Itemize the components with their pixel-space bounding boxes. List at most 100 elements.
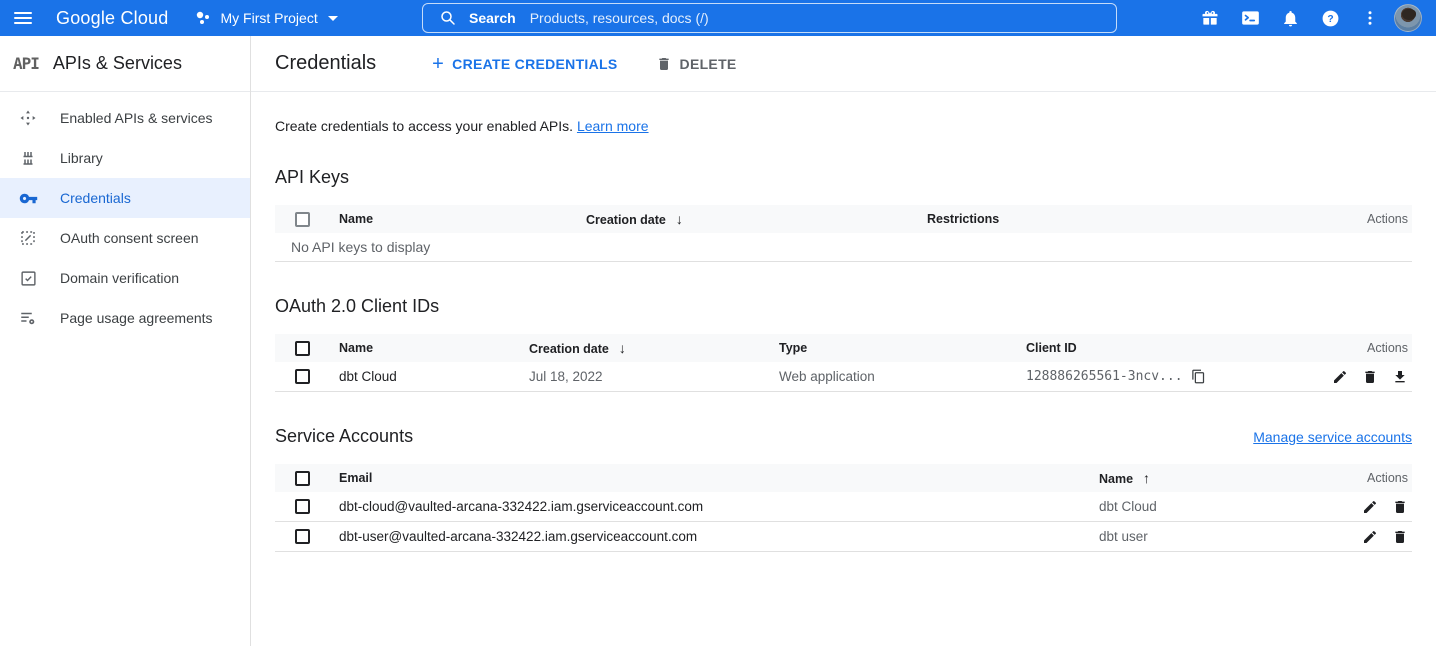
edit-pencil-icon[interactable] [1332, 369, 1348, 385]
edit-pencil-icon[interactable] [1362, 499, 1378, 515]
avatar[interactable] [1394, 4, 1422, 32]
page-header: Credentials + CREATE CREDENTIALS DELETE [251, 36, 1436, 92]
learn-more-link[interactable]: Learn more [577, 118, 649, 134]
delete-trash-icon[interactable] [1392, 499, 1408, 515]
row-actions [1302, 369, 1412, 385]
sidebar-item-label: Library [60, 150, 103, 166]
column-header-creation-date[interactable]: Creation date↓ [519, 340, 769, 356]
domain-verification-icon [18, 268, 38, 288]
sidebar-item-label: Domain verification [60, 270, 179, 286]
project-name: My First Project [220, 10, 317, 26]
client-type: Web application [769, 369, 1016, 384]
service-account-email: dbt-cloud@vaulted-arcana-332422.iam.gser… [329, 499, 1089, 514]
delete-trash-icon[interactable] [1362, 369, 1378, 385]
table-row: dbt-cloud@vaulted-arcana-332422.iam.gser… [275, 492, 1412, 522]
svg-text:?: ? [1327, 14, 1333, 25]
manage-service-accounts-link[interactable]: Manage service accounts [1253, 429, 1412, 445]
search-label: Search [469, 10, 516, 26]
column-header-name[interactable]: Name↑ [1089, 470, 1332, 486]
create-credentials-button[interactable]: + CREATE CREDENTIALS [432, 54, 617, 74]
menu-icon[interactable] [0, 0, 46, 36]
key-icon [18, 188, 38, 208]
project-selector[interactable]: My First Project [194, 9, 337, 27]
column-header-name[interactable]: Name [329, 212, 576, 226]
table-row: dbt Cloud Jul 18, 2022 Web application 1… [275, 362, 1412, 392]
column-header-name[interactable]: Name [329, 341, 519, 355]
column-header-actions: Actions [1332, 471, 1412, 485]
select-all-checkbox[interactable] [295, 341, 310, 356]
row-checkbox[interactable] [295, 499, 310, 514]
select-all-checkbox[interactable] [295, 212, 310, 227]
plus-icon: + [432, 54, 444, 74]
client-name: dbt Cloud [329, 369, 519, 384]
sidebar-header: API APIs & Services [0, 36, 250, 92]
api-keys-table: Name Creation date↓ Restrictions Actions… [275, 205, 1412, 262]
column-header-creation-date[interactable]: Creation date↓ [576, 211, 917, 227]
gift-icon[interactable] [1190, 0, 1230, 36]
project-switcher-icon [194, 9, 212, 27]
table-row: dbt-user@vaulted-arcana-332422.iam.gserv… [275, 522, 1412, 552]
service-account-email: dbt-user@vaulted-arcana-332422.iam.gserv… [329, 529, 1089, 544]
sort-desc-icon: ↓ [619, 340, 626, 356]
column-header-client-id[interactable]: Client ID [1016, 341, 1302, 355]
oauth-consent-icon [18, 228, 38, 248]
client-creation-date: Jul 18, 2022 [519, 369, 769, 384]
row-actions [1332, 529, 1412, 545]
service-account-name: dbt Cloud [1089, 499, 1332, 514]
topbar-actions: ? [1190, 0, 1428, 36]
sidebar: API APIs & Services Enabled APIs & servi… [0, 36, 251, 646]
google-cloud-logo[interactable]: Google Cloud [56, 8, 168, 29]
service-account-name: dbt user [1089, 529, 1332, 544]
sort-asc-icon: ↑ [1143, 470, 1150, 486]
sort-desc-icon: ↓ [676, 211, 683, 227]
row-checkbox[interactable] [295, 369, 310, 384]
row-checkbox[interactable] [295, 529, 310, 544]
delete-trash-icon [656, 56, 672, 72]
search-placeholder: Products, resources, docs (/) [530, 10, 709, 26]
page-title: Credentials [275, 52, 376, 75]
sidebar-nav: Enabled APIs & services Library [0, 92, 250, 338]
search-input[interactable]: Search Products, resources, docs (/) [422, 3, 1117, 33]
sidebar-item-domain-verification[interactable]: Domain verification [0, 258, 250, 298]
oauth-table-header: Name Creation date↓ Type Client ID Actio… [275, 334, 1412, 362]
sidebar-item-enabled-apis[interactable]: Enabled APIs & services [0, 98, 250, 138]
main-panel: Credentials + CREATE CREDENTIALS DELETE … [251, 36, 1436, 646]
service-accounts-table: Email Name↑ Actions dbt-cloud@vaulted-ar… [275, 464, 1412, 552]
column-header-restrictions[interactable]: Restrictions [917, 212, 1332, 226]
service-accounts-heading: Service Accounts [275, 426, 413, 447]
client-id-value: 128886265561-3ncv... [1016, 369, 1302, 384]
delete-trash-icon[interactable] [1392, 529, 1408, 545]
oauth-clients-heading: OAuth 2.0 Client IDs [275, 296, 1412, 317]
apis-services-product-icon: API [13, 54, 39, 73]
column-header-actions: Actions [1332, 212, 1412, 226]
column-header-email[interactable]: Email [329, 471, 1089, 485]
column-header-type[interactable]: Type [769, 341, 1016, 355]
sidebar-item-credentials[interactable]: Credentials [0, 178, 250, 218]
sidebar-item-library[interactable]: Library [0, 138, 250, 178]
notifications-bell-icon[interactable] [1270, 0, 1310, 36]
service-accounts-table-header: Email Name↑ Actions [275, 464, 1412, 492]
sidebar-item-label: Enabled APIs & services [60, 110, 213, 126]
sidebar-title: APIs & Services [53, 53, 182, 74]
sidebar-item-label: OAuth consent screen [60, 230, 199, 246]
cloud-shell-icon[interactable] [1230, 0, 1270, 36]
oauth-clients-table: Name Creation date↓ Type Client ID Actio… [275, 334, 1412, 392]
sidebar-item-label: Page usage agreements [60, 310, 213, 326]
api-keys-heading: API Keys [275, 167, 1412, 188]
gcp-console-credentials-page: Google Cloud My First Project Search Pro… [0, 0, 1436, 646]
sidebar-item-page-usage-agreements[interactable]: Page usage agreements [0, 298, 250, 338]
delete-button[interactable]: DELETE [656, 56, 737, 72]
enabled-apis-icon [18, 108, 38, 128]
sidebar-item-oauth-consent[interactable]: OAuth consent screen [0, 218, 250, 258]
search-icon [439, 9, 457, 27]
copy-icon[interactable] [1191, 369, 1206, 384]
edit-pencil-icon[interactable] [1362, 529, 1378, 545]
select-all-checkbox[interactable] [295, 471, 310, 486]
api-keys-table-header: Name Creation date↓ Restrictions Actions [275, 205, 1412, 233]
download-icon[interactable] [1392, 369, 1408, 385]
intro-text: Create credentials to access your enable… [275, 118, 1412, 134]
row-actions [1332, 499, 1412, 515]
library-icon [18, 148, 38, 168]
more-vert-icon[interactable] [1350, 0, 1390, 36]
help-icon[interactable]: ? [1310, 0, 1350, 36]
